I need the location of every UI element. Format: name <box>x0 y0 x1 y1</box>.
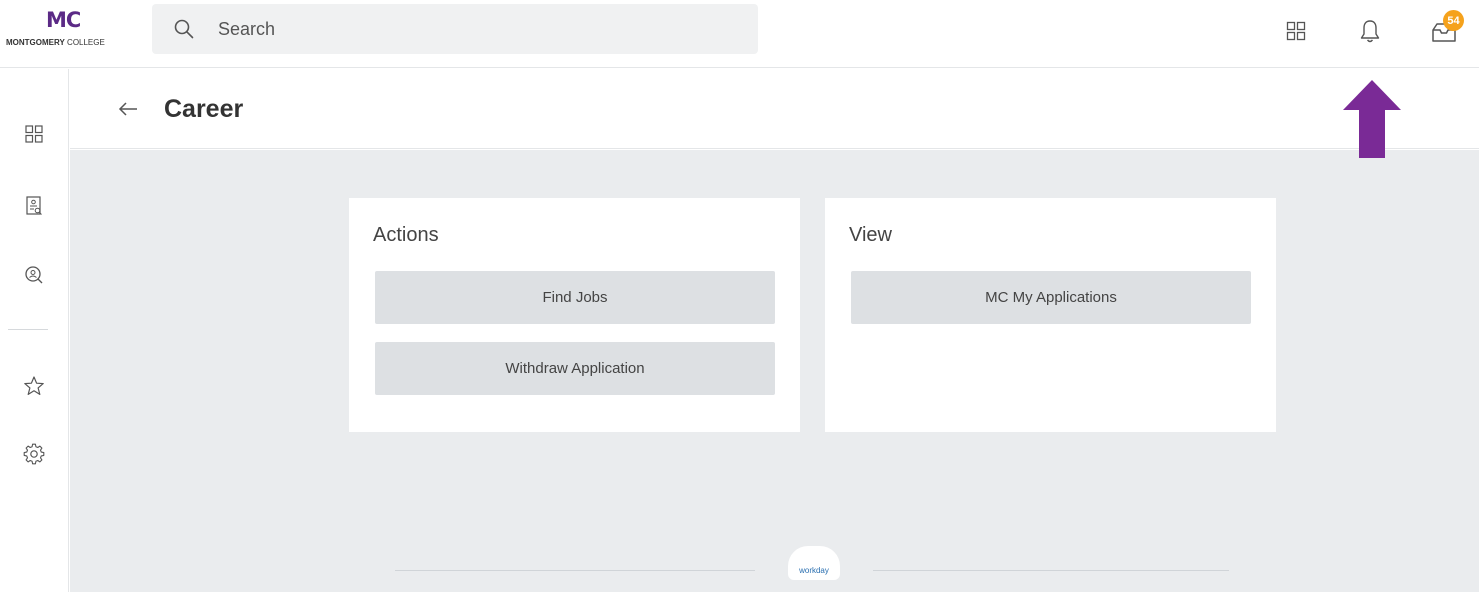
logo-mark: MC <box>46 8 81 32</box>
logo-name: MONTGOMERY COLLEGE <box>6 38 105 47</box>
footer-divider-right <box>873 570 1229 571</box>
my-applications-button[interactable]: MC My Applications <box>851 271 1251 324</box>
footer-divider-left <box>395 570 755 571</box>
search-bar[interactable] <box>152 4 758 54</box>
sidebar-divider <box>8 329 48 330</box>
main-content: Actions Find Jobs Withdraw Application V… <box>70 150 1479 592</box>
inbox-badge: 54 <box>1443 10 1464 31</box>
inbox-icon[interactable]: 54 <box>1428 10 1464 46</box>
page-header: Career <box>70 69 1479 149</box>
actions-card-title: Actions <box>373 224 439 246</box>
gear-icon[interactable] <box>21 441 47 467</box>
actions-card: Actions Find Jobs Withdraw Application <box>349 198 800 432</box>
page-title: Career <box>164 95 244 123</box>
apps-grid-icon[interactable] <box>1281 16 1311 46</box>
directory-icon[interactable] <box>21 193 47 219</box>
view-card: View MC My Applications <box>825 198 1276 432</box>
college-logo[interactable]: MC MONTGOMERY COLLEGE <box>6 8 126 52</box>
dashboard-icon[interactable] <box>21 121 47 147</box>
star-icon[interactable] <box>21 373 47 399</box>
withdraw-application-button[interactable]: Withdraw Application <box>375 342 775 395</box>
search-input[interactable] <box>218 16 718 42</box>
top-bar: MC MONTGOMERY COLLEGE 54 <box>0 0 1479 68</box>
search-icon <box>174 19 194 39</box>
back-arrow-icon[interactable] <box>116 97 140 121</box>
find-jobs-button[interactable]: Find Jobs <box>375 271 775 324</box>
bell-icon[interactable] <box>1355 16 1385 46</box>
workday-logo: workday <box>788 546 840 580</box>
workday-logo-text: workday <box>799 566 829 575</box>
annotation-arrow-icon <box>1343 80 1401 158</box>
view-card-title: View <box>849 224 892 246</box>
sidebar <box>0 69 69 592</box>
profile-search-icon[interactable] <box>21 262 47 288</box>
